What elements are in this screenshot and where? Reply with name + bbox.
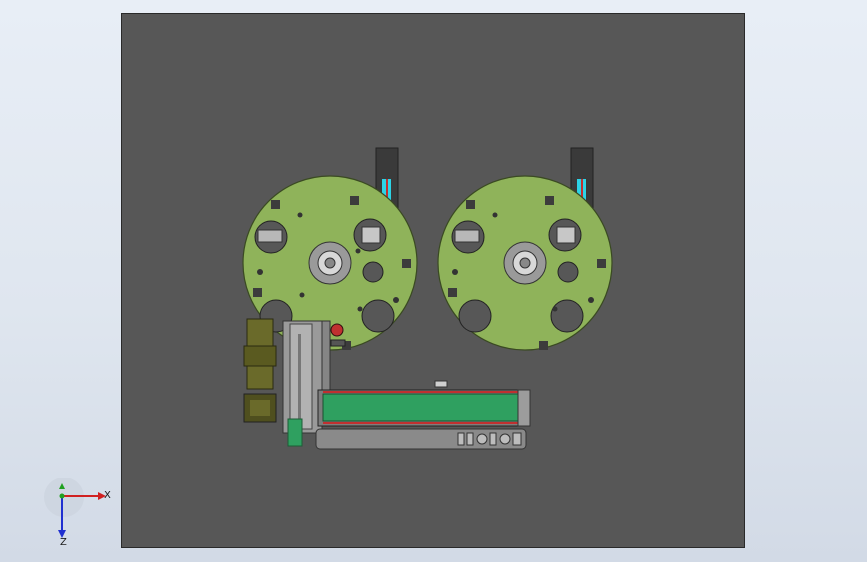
conveyor-belt-surface [322,393,524,422]
z-axis-label: Z [60,537,67,548]
axis-triad: X Z [40,478,130,548]
cad-viewport[interactable] [121,13,745,548]
cad-model-drawing [242,147,613,450]
belt-conveyor[interactable] [315,380,531,450]
conveyor-label-plate [434,380,448,388]
x-axis-label: X [104,490,111,501]
right-rotary-disc[interactable] [437,147,613,351]
gear-motor[interactable] [243,318,277,423]
vertical-slide-plate[interactable] [282,320,346,447]
